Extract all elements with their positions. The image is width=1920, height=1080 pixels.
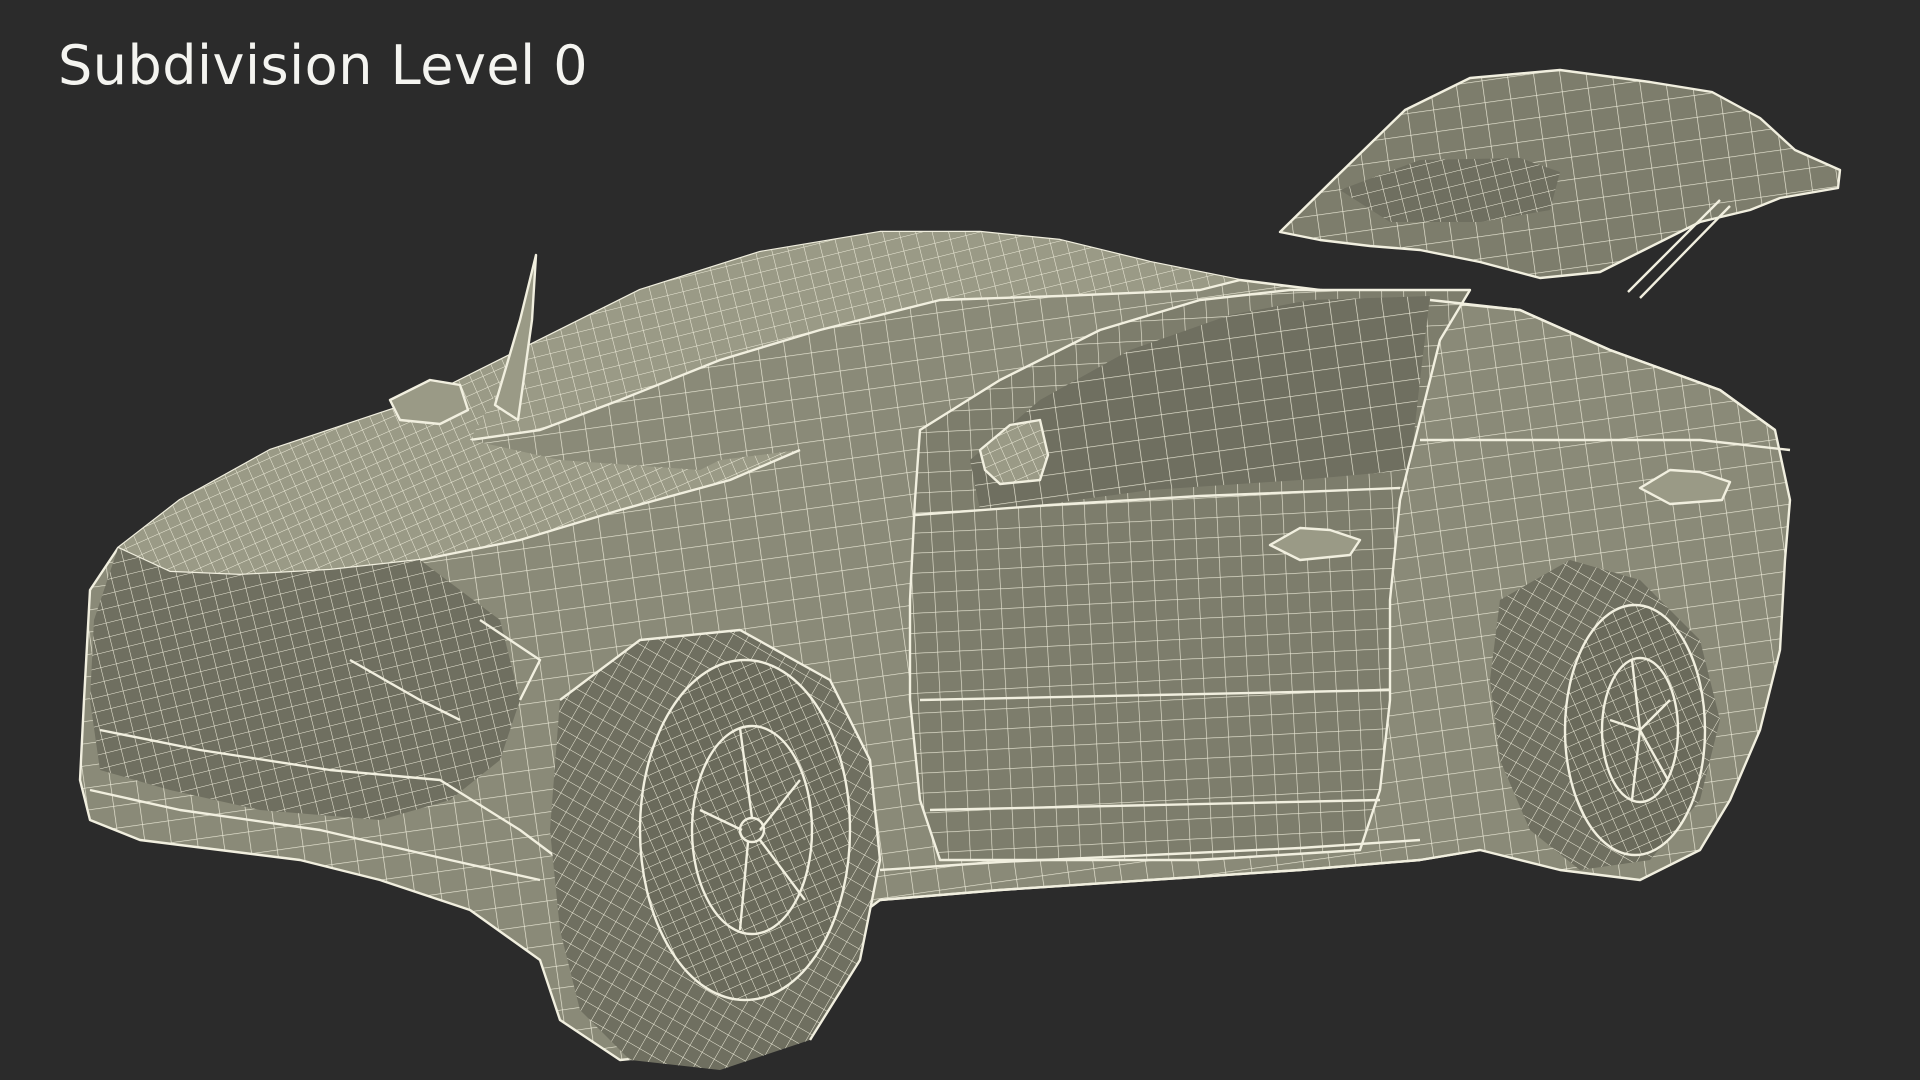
render-viewport: Subdivision Level 0	[0, 0, 1920, 1080]
car-wireframe-model	[78, 68, 1842, 1070]
front-wheel	[550, 628, 882, 1070]
subdivision-level-caption: Subdivision Level 0	[58, 34, 589, 97]
tailgate	[1278, 68, 1842, 299]
windshield-post	[388, 253, 538, 426]
